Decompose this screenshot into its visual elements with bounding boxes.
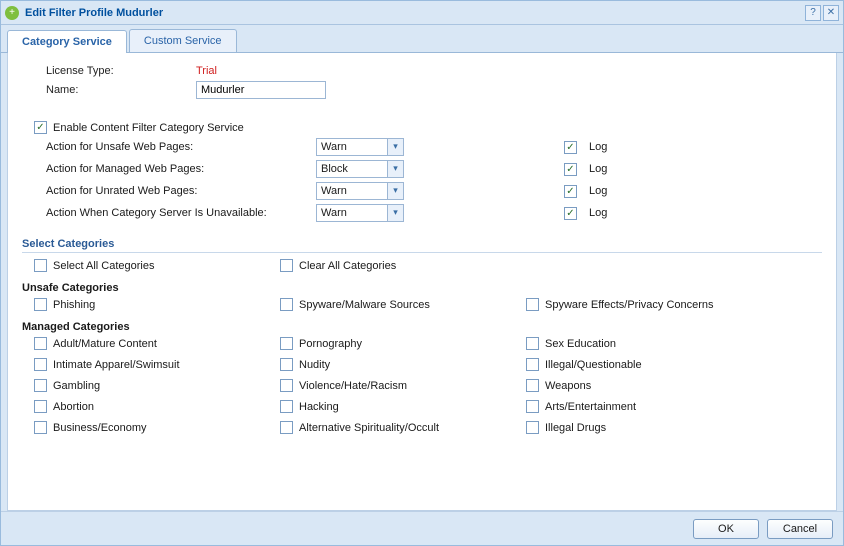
- cat-gambling-checkbox[interactable]: [34, 379, 47, 392]
- cat-intimate-label: Intimate Apparel/Swimsuit: [53, 359, 180, 371]
- cat-altspirit-checkbox[interactable]: [280, 421, 293, 434]
- tab-category-service[interactable]: Category Service: [7, 30, 127, 53]
- action-unsafe-label: Action for Unsafe Web Pages:: [46, 141, 316, 153]
- plus-icon: +: [5, 6, 19, 20]
- cat-illegal-label: Illegal/Questionable: [545, 359, 642, 371]
- cat-business-checkbox[interactable]: [34, 421, 47, 434]
- log-unrated-label: Log: [589, 185, 607, 197]
- dialog-title: Edit Filter Profile Mudurler: [25, 7, 803, 19]
- cat-abortion-label: Abortion: [53, 401, 94, 413]
- cat-weapons-label: Weapons: [545, 380, 591, 392]
- cat-sexed-label: Sex Education: [545, 338, 616, 350]
- action-unsafe-combo[interactable]: Warn ▾: [316, 138, 404, 156]
- log-managed-checkbox[interactable]: [564, 163, 577, 176]
- cat-spyware-eff-label: Spyware Effects/Privacy Concerns: [545, 299, 714, 311]
- cat-spyware-src-label: Spyware/Malware Sources: [299, 299, 430, 311]
- cat-violence-checkbox[interactable]: [280, 379, 293, 392]
- chevron-down-icon[interactable]: ▾: [387, 161, 403, 177]
- name-label: Name:: [46, 84, 196, 96]
- action-unsafe-value: Warn: [317, 139, 387, 155]
- action-unavailable-combo[interactable]: Warn ▾: [316, 204, 404, 222]
- help-button[interactable]: ?: [805, 5, 821, 21]
- chevron-down-icon[interactable]: ▾: [387, 139, 403, 155]
- license-type-label: License Type:: [46, 65, 196, 77]
- cat-illegal-checkbox[interactable]: [526, 358, 539, 371]
- action-unrated-combo[interactable]: Warn ▾: [316, 182, 404, 200]
- log-unavailable-label: Log: [589, 207, 607, 219]
- log-unrated-checkbox[interactable]: [564, 185, 577, 198]
- license-type-value: Trial: [196, 65, 217, 77]
- cancel-button[interactable]: Cancel: [767, 519, 833, 539]
- tabstrip: Category Service Custom Service: [1, 25, 843, 52]
- managed-categories-head: Managed Categories: [22, 321, 822, 333]
- cat-weapons-checkbox[interactable]: [526, 379, 539, 392]
- cat-porn-label: Pornography: [299, 338, 362, 350]
- action-unrated-value: Warn: [317, 183, 387, 199]
- titlebar: + Edit Filter Profile Mudurler ? ✕: [1, 1, 843, 25]
- cat-gambling-label: Gambling: [53, 380, 100, 392]
- cat-spyware-eff-checkbox[interactable]: [526, 298, 539, 311]
- cat-phishing-checkbox[interactable]: [34, 298, 47, 311]
- select-all-checkbox[interactable]: [34, 259, 47, 272]
- enable-service-label: Enable Content Filter Category Service: [53, 122, 244, 134]
- log-unsafe-label: Log: [589, 141, 607, 153]
- action-unavailable-value: Warn: [317, 205, 387, 221]
- cat-abortion-checkbox[interactable]: [34, 400, 47, 413]
- cat-violence-label: Violence/Hate/Racism: [299, 380, 407, 392]
- unsafe-categories-head: Unsafe Categories: [22, 282, 822, 294]
- cat-intimate-checkbox[interactable]: [34, 358, 47, 371]
- log-managed-label: Log: [589, 163, 607, 175]
- tab-custom-service[interactable]: Custom Service: [129, 29, 237, 52]
- action-managed-value: Block: [317, 161, 387, 177]
- clear-all-checkbox[interactable]: [280, 259, 293, 272]
- log-unavailable-checkbox[interactable]: [564, 207, 577, 220]
- scrollpane[interactable]: License Type: Trial Name: Enable Content…: [8, 53, 836, 510]
- action-managed-label: Action for Managed Web Pages:: [46, 163, 316, 175]
- close-button[interactable]: ✕: [823, 5, 839, 21]
- cat-porn-checkbox[interactable]: [280, 337, 293, 350]
- action-managed-combo[interactable]: Block ▾: [316, 160, 404, 178]
- cat-adult-label: Adult/Mature Content: [53, 338, 157, 350]
- enable-service-checkbox[interactable]: [34, 121, 47, 134]
- action-unrated-label: Action for Unrated Web Pages:: [46, 185, 316, 197]
- cat-drugs-checkbox[interactable]: [526, 421, 539, 434]
- name-field[interactable]: [196, 81, 326, 99]
- chevron-down-icon[interactable]: ▾: [387, 183, 403, 199]
- clear-all-label: Clear All Categories: [299, 260, 396, 272]
- cat-phishing-label: Phishing: [53, 299, 95, 311]
- cat-hacking-label: Hacking: [299, 401, 339, 413]
- cat-business-label: Business/Economy: [53, 422, 147, 434]
- cat-nudity-checkbox[interactable]: [280, 358, 293, 371]
- log-unsafe-checkbox[interactable]: [564, 141, 577, 154]
- cat-hacking-checkbox[interactable]: [280, 400, 293, 413]
- cat-arts-checkbox[interactable]: [526, 400, 539, 413]
- cat-arts-label: Arts/Entertainment: [545, 401, 636, 413]
- cat-nudity-label: Nudity: [299, 359, 330, 371]
- cat-sexed-checkbox[interactable]: [526, 337, 539, 350]
- action-unavailable-label: Action When Category Server Is Unavailab…: [46, 207, 316, 219]
- dialog-window: + Edit Filter Profile Mudurler ? ✕ Categ…: [0, 0, 844, 546]
- cat-spyware-src-checkbox[interactable]: [280, 298, 293, 311]
- select-all-label: Select All Categories: [53, 260, 155, 272]
- ok-button[interactable]: OK: [693, 519, 759, 539]
- cat-adult-checkbox[interactable]: [34, 337, 47, 350]
- chevron-down-icon[interactable]: ▾: [387, 205, 403, 221]
- content-area: License Type: Trial Name: Enable Content…: [7, 53, 837, 511]
- cat-altspirit-label: Alternative Spirituality/Occult: [299, 422, 439, 434]
- cat-drugs-label: Illegal Drugs: [545, 422, 606, 434]
- footer: OK Cancel: [1, 511, 843, 545]
- section-select-categories: Select Categories: [22, 232, 822, 253]
